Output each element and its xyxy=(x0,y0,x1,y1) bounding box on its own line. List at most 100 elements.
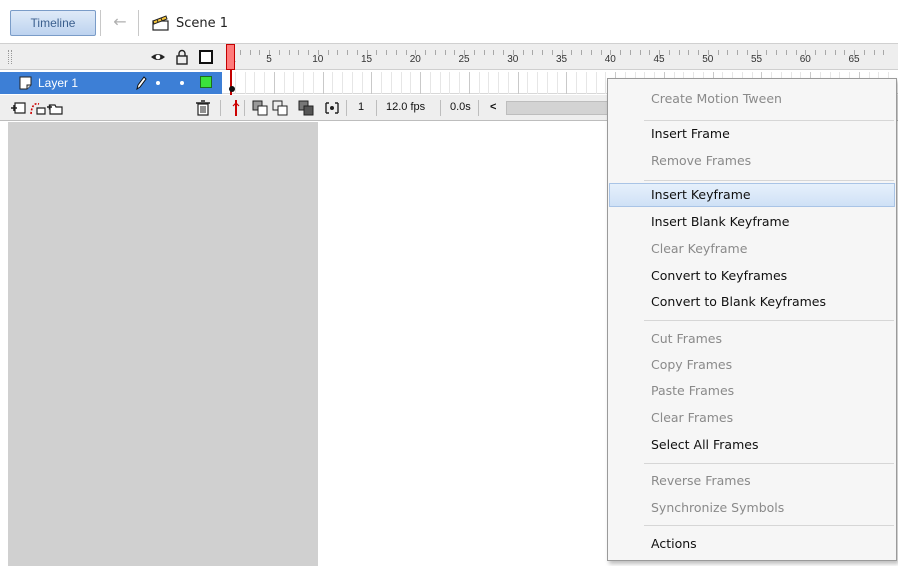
frame-cell-divider xyxy=(342,72,344,94)
frame-cell-divider xyxy=(517,72,519,94)
menu-item-insert-keyframe[interactable]: Insert Keyframe xyxy=(609,183,895,207)
ruler-tick xyxy=(844,50,846,55)
frame-ruler[interactable]: 15101520253035404550556065 xyxy=(222,44,898,70)
ruler-tick xyxy=(785,50,787,55)
trash-icon[interactable] xyxy=(195,99,211,117)
footer-divider xyxy=(376,100,377,116)
scene-breadcrumb[interactable]: Scene 1 xyxy=(152,12,228,34)
ruler-label: 40 xyxy=(604,54,616,65)
ruler-label: 25 xyxy=(458,54,470,65)
frame-cell-divider xyxy=(234,72,236,94)
scene-clapper-icon xyxy=(152,15,170,31)
resize-grip[interactable] xyxy=(8,50,12,64)
frame-context-menu: Create Motion Tween Insert Frame Remove … xyxy=(607,78,897,561)
frame-cell-divider xyxy=(303,72,305,94)
ruler-tick xyxy=(395,50,397,55)
menu-item-copy-frames[interactable]: Copy Frames xyxy=(609,353,895,377)
add-folder-icon[interactable] xyxy=(46,99,64,117)
center-frame-icon[interactable] xyxy=(232,98,240,118)
frame-cell-divider xyxy=(332,72,334,94)
frame-cell-divider xyxy=(595,72,597,94)
elapsed-time: 0.0s xyxy=(450,101,471,113)
ruler-tick xyxy=(746,50,748,55)
ruler-tick xyxy=(620,50,621,55)
ruler-tick xyxy=(483,50,485,55)
current-frame: 1 xyxy=(358,101,365,113)
ruler-tick xyxy=(600,50,602,55)
ruler-label: 45 xyxy=(653,54,665,65)
ruler-tick xyxy=(883,50,885,55)
ruler-label: 15 xyxy=(360,54,373,65)
outline-icon[interactable] xyxy=(198,49,214,65)
back-arrow-icon[interactable]: ← xyxy=(108,10,132,34)
timeline-button[interactable]: Timeline xyxy=(10,10,96,36)
lock-dot[interactable] xyxy=(180,81,184,85)
menu-item-clear-frames[interactable]: Clear Frames xyxy=(609,406,895,430)
keyframe-dot[interactable] xyxy=(229,86,235,92)
frame-cell-divider xyxy=(381,72,383,94)
layer-row[interactable]: Layer 1 xyxy=(0,72,222,94)
menu-item-select-all-frames[interactable]: Select All Frames xyxy=(609,433,895,457)
toolbar-divider xyxy=(138,10,139,36)
menu-separator xyxy=(644,463,894,464)
add-layer-icon[interactable] xyxy=(10,99,28,117)
menu-item-cut-frames[interactable]: Cut Frames xyxy=(609,327,895,351)
ruler-tick xyxy=(308,50,309,55)
layer-icon xyxy=(18,75,34,91)
ruler-tick xyxy=(688,50,690,55)
frame-cell-divider xyxy=(585,72,587,94)
menu-item-convert-to-keyframes[interactable]: Convert to Keyframes xyxy=(609,264,895,288)
frame-cell-divider xyxy=(410,72,412,94)
frame-cell-divider xyxy=(478,72,480,94)
menu-item-convert-to-blank-keyframes[interactable]: Convert to Blank Keyframes xyxy=(609,290,895,314)
ruler-label: 10 xyxy=(312,54,324,65)
menu-item-synchronize-symbols[interactable]: Synchronize Symbols xyxy=(609,496,895,520)
menu-item-actions[interactable]: Actions xyxy=(609,532,895,556)
frame-cell-divider xyxy=(449,72,451,94)
ruler-tick xyxy=(590,50,592,55)
menu-item-create-motion-tween[interactable]: Create Motion Tween xyxy=(609,87,895,111)
onion-skin-icon[interactable] xyxy=(252,100,268,116)
menu-item-paste-frames[interactable]: Paste Frames xyxy=(609,379,895,403)
frame-cell-divider xyxy=(488,72,490,94)
ruler-tick xyxy=(454,50,456,55)
menu-item-insert-frame[interactable]: Insert Frame xyxy=(609,122,895,146)
frame-cell-divider xyxy=(322,72,324,94)
frame-cell-divider xyxy=(556,72,558,94)
menu-item-remove-frames[interactable]: Remove Frames xyxy=(609,149,895,173)
ruler-tick xyxy=(776,50,777,55)
ruler-label: 30 xyxy=(507,54,519,65)
frame-cell-divider xyxy=(420,72,422,94)
ruler-tick xyxy=(376,50,378,55)
ruler-tick xyxy=(824,50,826,55)
ruler-label: 55 xyxy=(750,54,763,65)
frame-cell-divider xyxy=(468,72,470,94)
scroll-left-button[interactable]: < xyxy=(490,101,496,113)
ruler-tick xyxy=(668,50,670,55)
frame-rate[interactable]: 12.0 fps xyxy=(386,101,425,113)
layer-outline-color[interactable] xyxy=(200,76,212,88)
horizontal-scrollbar[interactable] xyxy=(506,101,610,115)
frame-cell-divider xyxy=(351,72,353,94)
frame-cell-divider xyxy=(264,72,266,94)
ruler-tick xyxy=(239,50,241,55)
eye-icon[interactable] xyxy=(150,49,166,65)
edit-multiple-icon[interactable] xyxy=(298,100,314,116)
add-guide-icon[interactable] xyxy=(28,99,46,117)
playhead[interactable] xyxy=(226,44,235,70)
frame-cell-divider xyxy=(459,72,461,94)
ruler-tick xyxy=(863,50,865,55)
menu-item-reverse-frames[interactable]: Reverse Frames xyxy=(609,469,895,493)
onion-markers-icon[interactable] xyxy=(324,100,340,116)
layer-name: Layer 1 xyxy=(38,76,79,90)
lock-icon[interactable] xyxy=(174,49,190,65)
frame-cell-divider xyxy=(361,72,363,94)
frame-cell-divider xyxy=(390,72,392,94)
onion-outline-icon[interactable] xyxy=(272,100,288,116)
frame-cell-divider xyxy=(244,72,246,94)
menu-item-clear-keyframe[interactable]: Clear Keyframe xyxy=(609,237,895,261)
visibility-dot[interactable] xyxy=(156,81,160,85)
menu-item-insert-blank-keyframe[interactable]: Insert Blank Keyframe xyxy=(609,210,895,234)
footer-divider xyxy=(440,100,441,116)
frame-cell-divider xyxy=(566,72,568,94)
